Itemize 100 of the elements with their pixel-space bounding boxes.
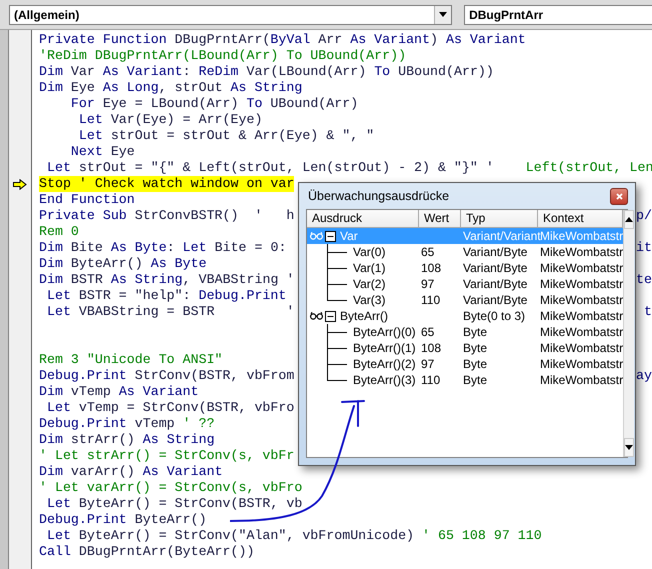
watch-value: 97: [420, 277, 436, 291]
column-header[interactable]: Typ: [461, 210, 538, 228]
code-line: Dim strArr() As String: [39, 432, 215, 448]
watch-expression: ByteArr()(3): [353, 373, 416, 387]
current-line-arrow-icon: [13, 178, 27, 190]
code-line: Dim ByteArr() As Byte: [39, 256, 207, 272]
tree-connector: [327, 260, 347, 276]
code-line: Let strOut = strOut & Arr(Eye) & ", ": [78, 128, 374, 144]
code-line: Private Sub StrConvBSTR() ' h: [39, 208, 294, 224]
watch-expression: ByteArr(): [340, 309, 388, 323]
watch-type: Variant/Variant: [462, 229, 538, 243]
watch-expression: ByteArr()(2): [353, 357, 416, 371]
watch-expression: Var(1): [353, 261, 386, 275]
window-title: Überwachungsausdrücke: [307, 189, 450, 203]
close-button[interactable]: [610, 188, 628, 204]
code-line: Let Var(Eye) = Arr(Eye): [78, 112, 262, 128]
code-fragment: it: [636, 240, 652, 256]
code-line: Debug.Print vTemp ' ??: [39, 416, 215, 432]
watch-expression: Var(3): [353, 293, 386, 307]
code-line: Dim BSTR As String, VBABString ': [39, 272, 294, 288]
watch-row[interactable]: ByteArr()(0) 65 Byte MikeWombatstr: [307, 324, 624, 340]
code-fragment: t: [644, 304, 652, 320]
collapse-icon[interactable]: [325, 230, 336, 242]
glasses-icon: [310, 232, 323, 240]
watch-expression: Var: [340, 229, 358, 243]
watch-type: Variant/Byte: [462, 261, 528, 275]
watch-context: MikeWombatstr: [539, 325, 624, 339]
watch-value: 108: [420, 341, 442, 355]
watch-value: 110: [420, 373, 442, 387]
code-line: Dim varArr() As Variant: [39, 464, 223, 480]
close-icon[interactable]: [616, 192, 622, 200]
code-fragment: p/: [636, 208, 652, 224]
code-line: Dim Var As Variant: ReDim Var(LBound(Arr) To UBound(Arr)): [39, 64, 494, 80]
watch-type: Byte(0 to 3): [462, 309, 526, 323]
glasses-icon: [310, 312, 323, 320]
watch-value: 110: [420, 293, 442, 307]
watch-row[interactable]: Var(2) 97 Variant/Byte MikeWombatstr: [307, 276, 624, 292]
code-line: Let BSTR = "help": Debug.Print: [46, 288, 286, 304]
watch-context: MikeWombatstr: [539, 341, 624, 355]
watch-value: 65: [420, 245, 436, 259]
watch-context: MikeWombatstr: [539, 373, 624, 387]
collapse-icon[interactable]: [325, 310, 336, 322]
watch-type: Variant/Byte: [462, 245, 528, 259]
procedure-dropdown[interactable]: DBugPrntArr: [464, 4, 652, 24]
watch-context: MikeWombatstr: [539, 357, 624, 371]
code-line: Private Function DBugPrntArr(ByVal Arr As Variant) As Variant: [39, 32, 526, 48]
code-fragment: ay: [636, 368, 652, 384]
watch-row[interactable]: ByteArr()(1) 108 Byte MikeWombatstr: [307, 340, 624, 356]
code-fragment: te: [636, 272, 652, 288]
watch-type: Variant/Byte: [462, 277, 528, 291]
column-header[interactable]: Kontext: [538, 210, 624, 228]
code-line: End Function: [39, 192, 135, 208]
watch-type: Byte: [462, 325, 488, 339]
code-line: Let ByteArr() = StrConv("Alan", vbFromUnicode) ' 65 108 97 110: [46, 528, 542, 544]
watch-row[interactable]: ByteArr()(3) 110 Byte MikeWombatstr: [307, 372, 624, 388]
code-line: 'ReDim DBugPrntArr(LBound(Arr) To UBound(Arr)): [39, 48, 406, 64]
watch-type: Variant/Byte: [462, 293, 528, 307]
watch-value: 65: [420, 325, 436, 339]
code-line: Dim Bite As Byte: Let Bite = 0:: [39, 240, 286, 256]
watch-row[interactable]: Var(1) 108 Variant/Byte MikeWombatstr: [307, 260, 624, 276]
watch-row[interactable]: Var(3) 110 Variant/Byte MikeWombatstr: [307, 292, 624, 308]
watch-type: Byte: [462, 373, 488, 387]
code-line: Debug.Print ByteArr(): [39, 512, 207, 528]
tree-connector: [327, 244, 347, 260]
code-line: Dim Eye As Long, strOut As String: [39, 80, 302, 96]
code-line: Let ByteArr() = StrConv(BSTR, vb: [46, 496, 302, 512]
code-line: Let VBABString = BSTR ': [46, 304, 294, 320]
watch-context: MikeWombatstr: [539, 245, 624, 259]
watch-context: MikeWombatstr: [540, 229, 624, 243]
watch-context: MikeWombatstr: [539, 277, 624, 291]
watch-context: MikeWombatstr: [539, 261, 624, 275]
tree-connector: [327, 324, 347, 340]
tree-connector: [327, 340, 347, 356]
object-dropdown[interactable]: (Allgemein): [9, 4, 452, 24]
watch-expression: ByteArr()(0): [353, 325, 416, 339]
watch-type: Byte: [462, 357, 488, 371]
scrollbar[interactable]: [623, 210, 634, 457]
code-line: ' Let strArr() = StrConv(s, vbFr: [39, 448, 294, 464]
code-line: ' Let varArr() = StrConv(s, vbFro: [39, 480, 302, 496]
watch-expression: Var(0): [353, 245, 386, 259]
scroll-up-icon[interactable]: [625, 217, 634, 222]
watch-expression: ByteArr()(1): [353, 341, 416, 355]
watch-row[interactable]: ByteArr() Byte(0 to 3) MikeWombatstr: [307, 308, 624, 324]
watch-row[interactable]: Var(0) 65 Variant/Byte MikeWombatstr: [307, 244, 624, 260]
watch-value: 97: [420, 357, 436, 371]
watch-context: MikeWombatstr: [539, 293, 624, 307]
code-line: Let strOut = "{" & Left(strOut, Len(strOut) - 2) & "}" ' Left(strOut, Len: [46, 160, 652, 176]
dropdown-icon[interactable]: [439, 12, 448, 17]
code-line: Let vTemp = StrConv(BSTR, vbFro: [46, 400, 294, 416]
watch-expression: Var(2): [353, 277, 386, 291]
code-line: Rem 3 "Unicode To ANSI": [39, 352, 223, 368]
scroll-down-icon[interactable]: [625, 445, 634, 450]
code-line: Debug.Print StrConv(BSTR, vbFrom: [39, 368, 294, 384]
code-line: Call DBugPrntArr(ByteArr()): [39, 544, 254, 560]
watch-row[interactable]: ByteArr()(2) 97 Byte MikeWombatstr: [307, 356, 624, 372]
column-header[interactable]: Ausdruck: [307, 210, 419, 228]
column-header[interactable]: Wert: [419, 210, 461, 228]
watch-context: MikeWombatstr: [539, 309, 624, 323]
code-line: Next Eye: [70, 144, 135, 160]
code-line: Dim vTemp As Variant: [39, 384, 199, 400]
